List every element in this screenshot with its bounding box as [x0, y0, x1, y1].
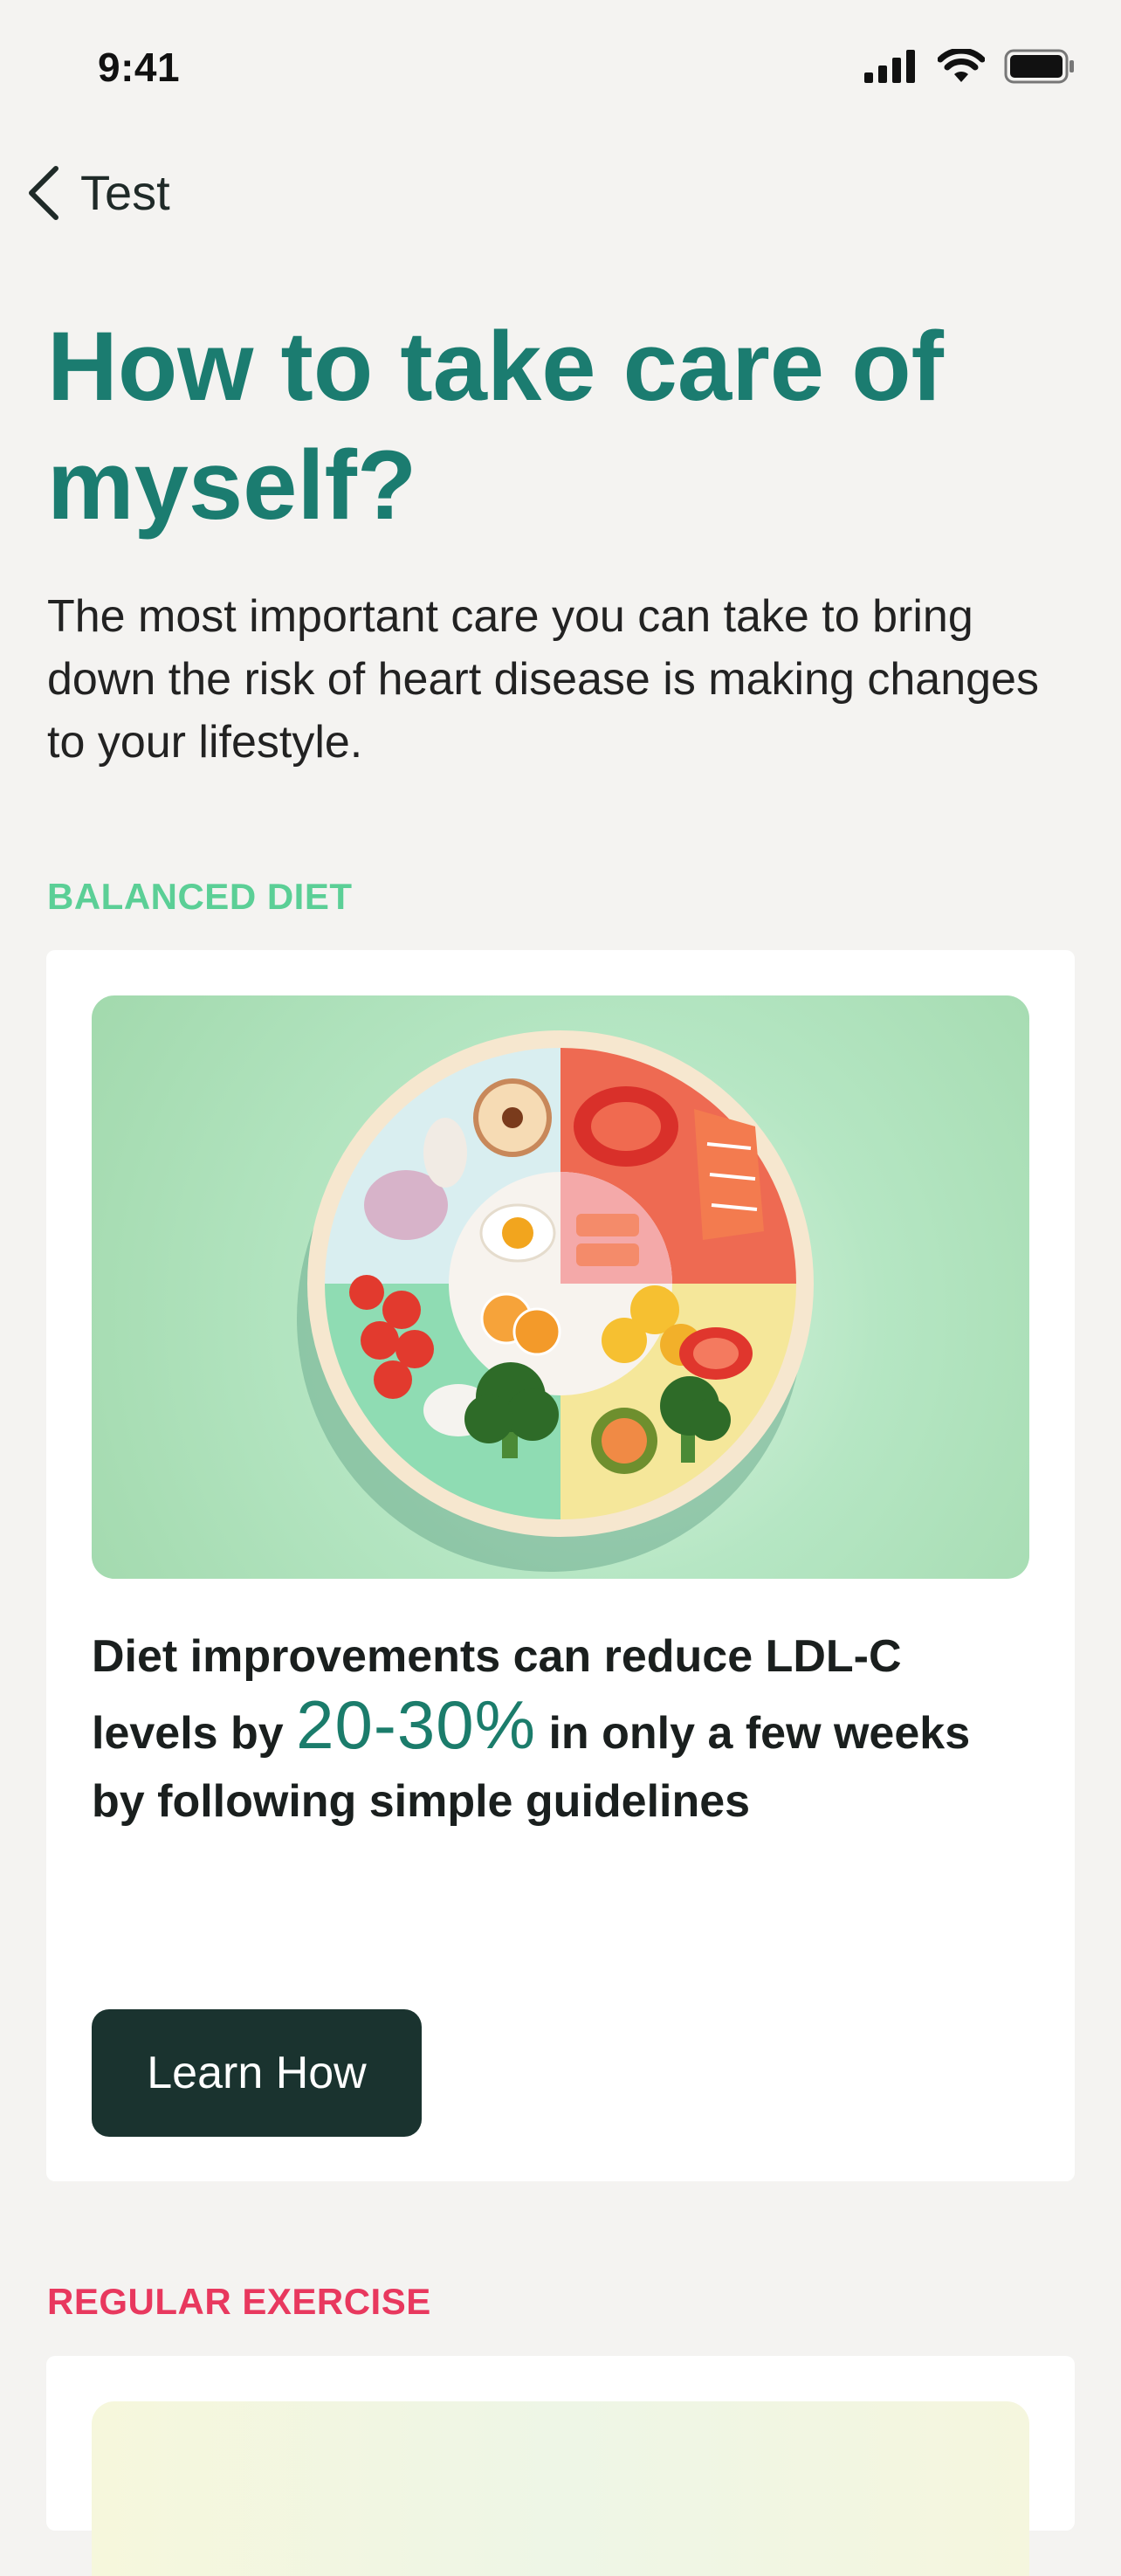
status-bar: 9:41	[0, 0, 1121, 140]
back-button[interactable]: Test	[24, 164, 170, 221]
regular-exercise-card	[46, 2356, 1075, 2576]
wifi-icon	[938, 49, 985, 82]
battery-icon	[1004, 49, 1074, 84]
balanced-diet-card: Diet improvements can reduce LDL-C level…	[46, 950, 1075, 2181]
signal-icon	[864, 50, 915, 83]
diet-stat-value: 20-30%	[296, 1686, 537, 1763]
back-button-label: Test	[80, 165, 170, 220]
page-title: How to take care of myself?	[47, 312, 944, 540]
diet-stat-text: Diet improvements can reduce LDL-C level…	[92, 1622, 1035, 1836]
learn-how-button[interactable]: Learn How	[92, 2009, 422, 2137]
exercise-image	[92, 2401, 1029, 2576]
section-label-regular-exercise: REGULAR EXERCISE	[47, 2281, 431, 2322]
healthy-plate-image	[92, 995, 1029, 1579]
chevron-left-icon	[29, 165, 58, 220]
intro-text: The most important care you can take to …	[47, 591, 1039, 768]
status-time: 9:41	[98, 45, 181, 90]
section-label-balanced-diet: BALANCED DIET	[47, 876, 353, 917]
status-icons	[864, 49, 1076, 84]
